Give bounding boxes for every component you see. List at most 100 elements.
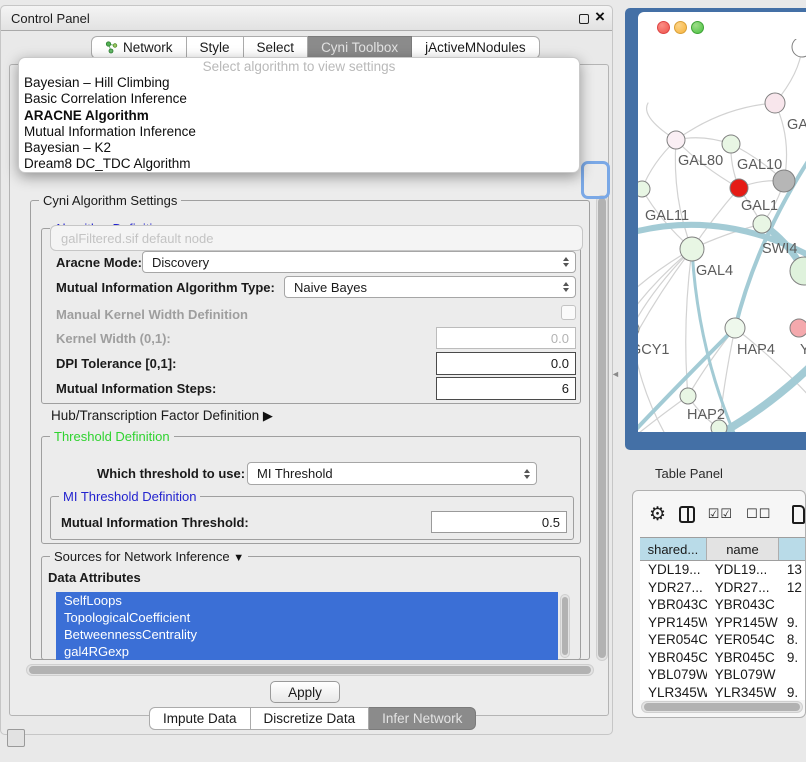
- network-node-hap4[interactable]: [725, 318, 745, 338]
- kernel-width-value: 0.0: [551, 331, 569, 346]
- network-node-bigr[interactable]: [790, 257, 806, 285]
- table-row[interactable]: YER054CYER054C8.: [640, 631, 806, 649]
- table-column-header[interactable]: [779, 538, 806, 560]
- network-edge: [638, 249, 692, 337]
- split-view-icon[interactable]: [679, 506, 695, 523]
- float-window-icon[interactable]: [579, 14, 589, 24]
- table-cell: YPR145W: [640, 614, 707, 632]
- network-node-gal4[interactable]: [680, 237, 704, 261]
- table-row[interactable]: YDL19...YDL19...13: [640, 561, 806, 579]
- table-row[interactable]: YBR045CYBR045C9.: [640, 649, 806, 667]
- which-threshold-value: MI Threshold: [257, 466, 518, 481]
- screen: Control Panel × NetworkStyleSelectCyni T…: [0, 0, 806, 762]
- table-row[interactable]: YLR345WYLR345W9.: [640, 684, 806, 701]
- mi-type-combo[interactable]: Naive Bayes: [284, 276, 576, 298]
- settings-horizontal-scrollbar-thumb[interactable]: [29, 666, 591, 674]
- network-node-gal11[interactable]: [638, 181, 650, 197]
- table-cell: YBR043C: [640, 596, 707, 614]
- network-window-frame: GALGAL80GAL10GAL1GAL11SWI4GAL4GCY1HAP4YH…: [625, 8, 806, 450]
- table-row[interactable]: YPR145WYPR145W9.: [640, 614, 806, 632]
- bottom-tab-discretize-data[interactable]: Discretize Data: [251, 707, 370, 730]
- control-panel-tabs: NetworkStyleSelectCyni ToolboxjActiveMNo…: [91, 36, 540, 59]
- table-horizontal-scrollbar-thumb[interactable]: [644, 703, 800, 711]
- network-edge: [735, 328, 806, 399]
- expanded-arrow-icon[interactable]: ▼: [233, 552, 244, 564]
- settings-vertical-scrollbar-thumb[interactable]: [598, 198, 606, 658]
- network-node-label: GAL: [787, 117, 806, 133]
- network-canvas[interactable]: GALGAL80GAL10GAL1GAL11SWI4GAL4GCY1HAP4YH…: [638, 39, 806, 432]
- which-threshold-combo[interactable]: MI Threshold: [247, 462, 537, 485]
- table-cell: YDL19...: [707, 561, 779, 579]
- mi-steps-value: 6: [562, 381, 569, 396]
- network-node-gal1[interactable]: [730, 179, 748, 197]
- tab-label: Impute Data: [163, 711, 237, 726]
- data-attribute-item[interactable]: gal4RGexp: [56, 643, 558, 660]
- table-body: YDL19...YDL19...13YDR27...YDR27...12YBR0…: [640, 561, 806, 700]
- minimized-panel-icon[interactable]: [7, 729, 25, 747]
- data-attribute-item[interactable]: TopologicalCoefficient: [56, 609, 558, 626]
- dropdown-item[interactable]: Dream8 DC_TDC Algorithm: [19, 156, 579, 172]
- network-node-hap2[interactable]: [680, 388, 696, 404]
- table-cell: [779, 596, 806, 614]
- spinner-arrows-icon: [557, 282, 575, 292]
- bottom-tab-infer-network[interactable]: Infer Network: [369, 707, 476, 730]
- apply-button[interactable]: Apply: [270, 681, 340, 703]
- table-cell: 9.: [779, 614, 806, 632]
- close-icon[interactable]: ×: [595, 7, 605, 27]
- table-horizontal-scrollbar: [641, 701, 803, 713]
- tab-cyni-toolbox[interactable]: Cyni Toolbox: [308, 36, 412, 59]
- manual-kernel-checkbox[interactable]: [561, 305, 576, 320]
- table-column-header[interactable]: name: [707, 538, 779, 560]
- deselect-all-icon[interactable]: ☐☐: [746, 506, 771, 522]
- network-node-top[interactable]: [792, 39, 806, 57]
- network-node-galx[interactable]: [765, 93, 785, 113]
- mi-steps-field[interactable]: 6: [436, 377, 576, 400]
- table-row[interactable]: YBR043CYBR043C: [640, 596, 806, 614]
- hub-definition-expander[interactable]: Hub/Transcription Factor Definition ▶: [51, 408, 273, 424]
- tab-label: Discretize Data: [264, 711, 356, 726]
- table-cell: 12: [779, 579, 806, 597]
- data-attribute-item[interactable]: BetweennessCentrality: [56, 626, 558, 643]
- network-node-gal10[interactable]: [722, 135, 740, 153]
- dropdown-item[interactable]: Bayesian – K2: [19, 140, 579, 156]
- algorithm-dropdown-items: Bayesian – Hill ClimbingBasic Correlatio…: [19, 75, 579, 173]
- mi-type-value: Naive Bayes: [294, 280, 557, 295]
- table-panel-title: Table Panel: [655, 466, 723, 481]
- kernel-width-field[interactable]: 0.0: [436, 327, 576, 349]
- aracne-mode-value: Discovery: [152, 255, 557, 270]
- table-cell: [779, 666, 806, 684]
- dropdown-item[interactable]: Bayesian – Hill Climbing: [19, 75, 579, 91]
- network-node-pinkr[interactable]: [790, 319, 806, 337]
- pane-divider-handle[interactable]: ◄: [611, 369, 620, 379]
- zoom-traffic-light-icon[interactable]: [691, 21, 704, 34]
- network-node-gal80[interactable]: [667, 131, 685, 149]
- tab-select[interactable]: Select: [244, 36, 309, 59]
- tab-network[interactable]: Network: [91, 36, 187, 59]
- table-panel-window: ⚙ ☑☑ ☐☐ shared...name YDL19...YDL19...13…: [632, 490, 806, 718]
- data-table-combo[interactable]: galFiltered.sif default node: [50, 225, 583, 251]
- tab-jactivemnodules[interactable]: jActiveMNodules: [412, 36, 540, 59]
- dpi-tolerance-field[interactable]: 0.0: [436, 352, 576, 375]
- network-node-gcy1[interactable]: [638, 321, 639, 337]
- data-attribute-item[interactable]: SelfLoops: [56, 592, 558, 609]
- network-node-swi4[interactable]: [753, 215, 771, 233]
- dropdown-item[interactable]: Basic Correlation Inference: [19, 91, 579, 107]
- aracne-mode-combo[interactable]: Discovery: [142, 251, 576, 273]
- bottom-tab-impute-data[interactable]: Impute Data: [149, 707, 251, 730]
- select-all-icon[interactable]: ☑☑: [708, 506, 733, 522]
- table-cell: YER054C: [707, 631, 779, 649]
- table-column-header[interactable]: shared...: [640, 538, 707, 560]
- close-traffic-light-icon[interactable]: [657, 21, 670, 34]
- dropdown-item[interactable]: Mutual Information Inference: [19, 124, 579, 140]
- attribute-list-scrollbar-thumb[interactable]: [562, 597, 568, 655]
- network-node-gray[interactable]: [773, 170, 795, 192]
- mi-threshold-field[interactable]: 0.5: [431, 511, 567, 533]
- gear-icon[interactable]: ⚙: [649, 503, 666, 526]
- table-row[interactable]: YDR27...YDR27...12: [640, 579, 806, 597]
- minimize-traffic-light-icon[interactable]: [674, 21, 687, 34]
- tab-style[interactable]: Style: [187, 36, 244, 59]
- table-row[interactable]: YBL079WYBL079W: [640, 666, 806, 684]
- document-icon[interactable]: [792, 505, 805, 524]
- dropdown-item[interactable]: ARACNE Algorithm: [19, 108, 579, 124]
- table-cell: YBR043C: [707, 596, 779, 614]
